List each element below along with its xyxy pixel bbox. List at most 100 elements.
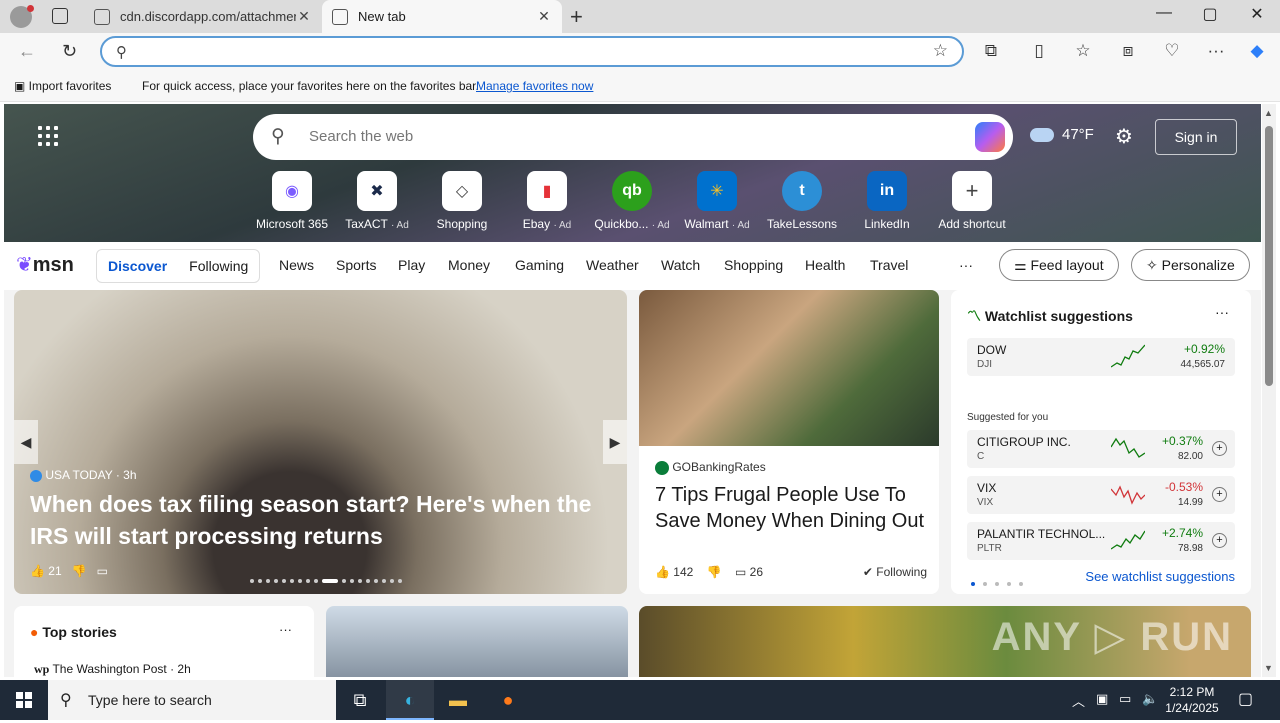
edge-browser-icon[interactable]: ◐: [386, 680, 434, 720]
featured-story-card[interactable]: ◀ ▶ USA TODAY · 3h When does tax filing …: [14, 290, 627, 594]
shortcut-takelessons[interactable]: t TakeLessons: [760, 171, 844, 231]
shortcut-label: Quickbo...: [594, 217, 649, 231]
web-search-box[interactable]: ⚲ Search the web: [253, 114, 1013, 160]
shortcut-walmart[interactable]: ✳ Walmart · Ad: [675, 171, 759, 231]
restore-button[interactable]: ▢: [1190, 4, 1230, 24]
story-headline[interactable]: 7 Tips Frugal People Use To Save Money W…: [655, 482, 925, 534]
story-card[interactable]: GOBankingRates 7 Tips Frugal People Use …: [639, 290, 939, 594]
shortcut-microsoft-365[interactable]: ◉ Microsoft 365: [250, 171, 334, 231]
comment-icon[interactable]: ▭: [735, 565, 746, 579]
weather-widget[interactable]: 47°F: [1030, 126, 1094, 143]
dislike-icon[interactable]: 👎: [707, 565, 722, 579]
close-window-button[interactable]: ✕: [1237, 4, 1277, 24]
see-watchlist-link[interactable]: See watchlist suggestions: [1085, 569, 1235, 584]
taskbar-search-box[interactable]: ⚲ Type here to search: [48, 680, 336, 720]
tab-new-tab[interactable]: New tab ✕: [322, 0, 562, 33]
category-shopping[interactable]: Shopping: [724, 257, 783, 273]
minimize-button[interactable]: —: [1144, 4, 1184, 22]
back-icon[interactable]: ←: [18, 41, 36, 62]
story-source[interactable]: wp The Washington Post · 2h: [34, 662, 191, 677]
category-play[interactable]: Play: [398, 257, 425, 273]
shortcut-add[interactable]: + Add shortcut: [930, 171, 1014, 231]
system-clock[interactable]: 2:12 PM 1/24/2025: [1160, 684, 1224, 716]
shortcut-quickbooks[interactable]: qb Quickbo... · Ad: [590, 171, 674, 231]
category-weather[interactable]: Weather: [586, 257, 639, 273]
scroll-up-arrow-icon[interactable]: ▲: [1264, 108, 1273, 118]
copilot-icon[interactable]: ◆: [1246, 41, 1268, 61]
split-screen-icon[interactable]: ▯: [1028, 41, 1050, 61]
file-explorer-icon[interactable]: ▬: [434, 680, 482, 720]
carousel-prev-button[interactable]: ◀: [14, 420, 38, 464]
import-favorites-button[interactable]: ▣ Import favorites: [14, 79, 111, 93]
shortcut-ebay[interactable]: ▮ Ebay · Ad: [505, 171, 589, 231]
category-sports[interactable]: Sports: [336, 257, 376, 273]
show-hidden-icons-icon[interactable]: ︿: [1072, 691, 1085, 710]
category-money[interactable]: Money: [448, 257, 490, 273]
ebay-bag-icon: ▮: [527, 171, 567, 211]
stock-row[interactable]: VIX VIX -0.53% 14.99 +: [967, 476, 1235, 514]
add-to-watchlist-button[interactable]: +: [1212, 441, 1227, 456]
new-tab-button[interactable]: +: [570, 4, 583, 30]
msn-logo[interactable]: ❦msn: [16, 252, 74, 277]
tab-actions-icon[interactable]: [52, 8, 68, 24]
address-bar[interactable]: ⚲ ☆: [100, 36, 964, 67]
shortcut-label: Walmart: [684, 217, 729, 231]
like-icon[interactable]: 👍: [30, 564, 45, 578]
page-scrollbar[interactable]: ▲ ▼: [1262, 104, 1276, 677]
task-view-icon[interactable]: ⧉: [336, 680, 384, 720]
stock-row[interactable]: CITIGROUP INC. C +0.37% 82.00 +: [967, 430, 1235, 468]
more-options-button[interactable]: ···: [1215, 304, 1229, 320]
stock-change: +0.37%: [1161, 434, 1203, 448]
firefox-icon[interactable]: ●: [484, 680, 532, 720]
like-icon[interactable]: 👍: [655, 565, 670, 579]
apps-grid-icon[interactable]: [38, 126, 58, 146]
copilot-icon[interactable]: [975, 122, 1005, 152]
category-travel[interactable]: Travel: [870, 257, 908, 273]
tab-discord-attachment[interactable]: cdn.discordapp.com/attachments ✕: [84, 0, 322, 33]
story-headline[interactable]: When does tax filing season start? Here'…: [30, 488, 610, 552]
network-icon[interactable]: ▭: [1119, 691, 1131, 707]
tab-close-icon[interactable]: ✕: [296, 8, 312, 25]
sign-in-button[interactable]: Sign in: [1155, 119, 1237, 155]
dislike-icon[interactable]: 👎: [72, 564, 87, 578]
refresh-icon[interactable]: ↻: [62, 41, 77, 62]
settings-more-icon[interactable]: ···: [1205, 41, 1227, 61]
stock-row[interactable]: DOW DJI +0.92% 44,565.07: [967, 338, 1235, 376]
category-news[interactable]: News: [279, 257, 314, 273]
notifications-icon[interactable]: ▢: [1238, 689, 1253, 709]
category-watch[interactable]: Watch: [661, 257, 700, 273]
extensions-icon[interactable]: ⧉: [980, 41, 1002, 61]
favorite-star-icon[interactable]: ☆: [933, 41, 948, 61]
browser-essentials-icon[interactable]: ♡: [1161, 41, 1183, 61]
add-to-watchlist-button[interactable]: +: [1212, 487, 1227, 502]
story-image-card[interactable]: ANY ▷ RUN: [639, 606, 1251, 677]
tab-close-icon[interactable]: ✕: [536, 8, 552, 25]
more-options-button[interactable]: ···: [279, 622, 292, 637]
more-categories-button[interactable]: ···: [959, 257, 973, 273]
scroll-down-arrow-icon[interactable]: ▼: [1264, 663, 1273, 673]
category-gaming[interactable]: Gaming: [515, 257, 564, 273]
collections-icon[interactable]: ⧈: [1117, 41, 1139, 61]
shortcut-shopping[interactable]: ◇ Shopping: [420, 171, 504, 231]
personalize-button[interactable]: ✧ Personalize: [1131, 249, 1250, 281]
favorites-icon[interactable]: ☆: [1072, 41, 1094, 61]
shortcut-linkedin[interactable]: in LinkedIn: [845, 171, 929, 231]
manage-favorites-link[interactable]: Manage favorites now: [476, 79, 593, 93]
story-image-card[interactable]: [326, 606, 628, 677]
carousel-next-button[interactable]: ▶: [603, 420, 627, 464]
tab-following[interactable]: Following: [178, 250, 259, 282]
following-badge[interactable]: ✔ Following: [863, 565, 927, 579]
tab-discover[interactable]: Discover: [97, 250, 178, 282]
shortcut-taxact[interactable]: ✖ TaxACT · Ad: [335, 171, 419, 231]
device-icon[interactable]: ▣: [1096, 691, 1108, 707]
clock-time: 2:12 PM: [1169, 685, 1215, 699]
add-to-watchlist-button[interactable]: +: [1212, 533, 1227, 548]
stock-row[interactable]: PALANTIR TECHNOL... PLTR +2.74% 78.98 +: [967, 522, 1235, 560]
scrollbar-thumb[interactable]: [1265, 126, 1273, 386]
feed-layout-button[interactable]: ⚌ Feed layout: [999, 249, 1119, 281]
volume-icon[interactable]: 🔈: [1142, 691, 1158, 707]
page-settings-icon[interactable]: ⚙: [1115, 124, 1133, 149]
start-button[interactable]: [0, 680, 48, 720]
comment-icon[interactable]: ▭: [97, 564, 108, 578]
category-health[interactable]: Health: [805, 257, 845, 273]
